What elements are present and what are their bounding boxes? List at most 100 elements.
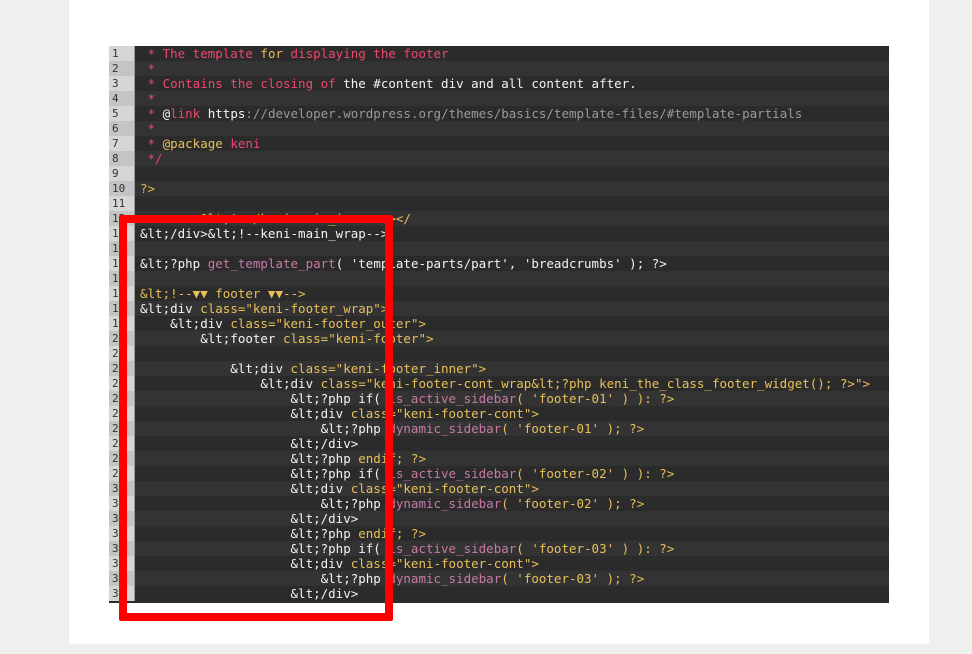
code-token: &lt;?php	[140, 496, 381, 511]
code-line[interactable]: 10 ?>	[109, 181, 889, 196]
line-code: */	[140, 151, 163, 166]
code-line[interactable]: 20 &lt;footer class="keni-footer">	[109, 331, 889, 346]
code-line[interactable]: 19 &lt;div class="keni-footer_outer">	[109, 316, 889, 331]
line-number: 34	[109, 541, 135, 556]
line-number: 10	[109, 181, 135, 196]
code-token: &lt;!--/keni-main_inner--></	[140, 211, 411, 226]
code-line[interactable]: 34 &lt;?php if( is_active_sidebar( 'foot…	[109, 541, 889, 556]
code-token: *	[140, 61, 156, 76]
line-code: * @package keni	[140, 136, 261, 151]
line-number: 33	[109, 526, 135, 541]
line-code: *	[140, 61, 156, 76]
line-number: 17	[109, 286, 135, 301]
code-line[interactable]: 26 &lt;?php dynamic_sidebar( 'footer-01'…	[109, 421, 889, 436]
code-token: endif; ?>	[350, 526, 426, 541]
line-code: *	[140, 91, 156, 106]
line-code: &lt;div class="keni-footer-cont">	[140, 481, 539, 496]
code-token: ( 'footer-02' ); ?>	[501, 496, 645, 511]
line-number: 7	[109, 136, 135, 151]
code-line[interactable]: 23 &lt;div class="keni-footer-cont_wrap&…	[109, 376, 889, 391]
code-token: &lt;div	[140, 376, 314, 391]
line-code: &lt;?php if( is_active_sidebar( 'footer-…	[140, 541, 675, 556]
code-token: #content div and all content after.	[365, 76, 637, 91]
line-code: &lt;div class="keni-footer_inner">	[140, 361, 486, 376]
code-line[interactable]: 32 &lt;/div>	[109, 511, 889, 526]
code-line[interactable]: 37 &lt;/div>	[109, 586, 889, 601]
code-line[interactable]: 11	[109, 196, 889, 211]
code-line[interactable]: 33 &lt;?php endif; ?>	[109, 526, 889, 541]
code-line[interactable]: 1 * The template for displaying the foot…	[109, 46, 889, 61]
line-code: &lt;!--▼▼ footer ▼▼-->	[140, 286, 306, 301]
line-number: 13	[109, 226, 135, 241]
code-line[interactable]: 5 * @link https://developer.wordpress.or…	[109, 106, 889, 121]
code-token: is_active_sidebar	[380, 541, 517, 556]
code-token: dynamic_sidebar	[380, 421, 502, 436]
line-number: 20	[109, 331, 135, 346]
code-token: &lt;?php	[140, 421, 381, 436]
code-token: ( 'footer-03' ); ?>	[501, 571, 645, 586]
code-token: &lt;/div>	[140, 586, 359, 601]
code-token: if(	[350, 541, 381, 556]
code-token: * The template	[140, 46, 261, 61]
code-line[interactable]: 8 */	[109, 151, 889, 166]
code-line[interactable]: 3 * Contains the closing of the #content…	[109, 76, 889, 91]
code-line[interactable]: 14	[109, 241, 889, 256]
code-token: @	[162, 106, 171, 121]
line-number: 11	[109, 196, 135, 211]
code-token: class="keni-footer-cont">	[343, 481, 539, 496]
code-token: dynamic_sidebar	[380, 571, 502, 586]
line-number: 6	[109, 121, 135, 136]
code-token: * Contains the closing of	[140, 76, 344, 91]
code-token: class="keni-footer_wrap">	[192, 301, 389, 316]
code-line[interactable]: 30 &lt;div class="keni-footer-cont">	[109, 481, 889, 496]
code-line[interactable]: 36 &lt;?php dynamic_sidebar( 'footer-03'…	[109, 571, 889, 586]
code-token: ( 'footer-02' ) ): ?>	[516, 466, 675, 481]
code-token: is_active_sidebar	[380, 466, 517, 481]
code-line[interactable]: 17 &lt;!--▼▼ footer ▼▼-->	[109, 286, 889, 301]
code-line[interactable]: 21	[109, 346, 889, 361]
code-line[interactable]: 9	[109, 166, 889, 181]
code-token: for	[260, 46, 283, 61]
line-number: 30	[109, 481, 135, 496]
code-line[interactable]: 16	[109, 271, 889, 286]
line-number: 27	[109, 436, 135, 451]
code-line[interactable]: 6 *	[109, 121, 889, 136]
code-line[interactable]: 22 &lt;div class="keni-footer_inner">	[109, 361, 889, 376]
code-line[interactable]: 7 * @package keni	[109, 136, 889, 151]
line-number: 18	[109, 301, 135, 316]
code-line[interactable]: 13 &lt;/div>&lt;!--keni-main_wrap-->	[109, 226, 889, 241]
line-code: &lt;?php if( is_active_sidebar( 'footer-…	[140, 466, 675, 481]
code-line[interactable]: 29 &lt;?php if( is_active_sidebar( 'foot…	[109, 466, 889, 481]
code-token: &lt;div	[140, 361, 283, 376]
code-token: ://developer.wordpress.org/themes/basics…	[245, 106, 803, 121]
code-token: &lt;div	[140, 406, 344, 421]
code-token: endif; ?>	[350, 451, 426, 466]
code-token: keni	[222, 136, 261, 151]
code-line[interactable]: 15 &lt;?php get_template_part( 'template-…	[109, 256, 889, 271]
line-number: 31	[109, 496, 135, 511]
line-code: &lt;/div>&lt;!--keni-main_wrap-->	[140, 226, 388, 241]
code-token: *	[140, 121, 156, 136]
code-line[interactable]: 18 &lt;div class="keni-footer_wrap">	[109, 301, 889, 316]
code-line[interactable]: 25 &lt;div class="keni-footer-cont">	[109, 406, 889, 421]
code-line[interactable]: 27 &lt;/div>	[109, 436, 889, 451]
code-token: &lt;footer	[140, 331, 276, 346]
line-code: ?>	[140, 181, 155, 196]
code-token: https	[200, 106, 246, 121]
code-line[interactable]: 35 &lt;div class="keni-footer-cont">	[109, 556, 889, 571]
code-token: link	[170, 106, 201, 121]
code-line[interactable]: 2 *	[109, 61, 889, 76]
code-line[interactable]: 31 &lt;?php dynamic_sidebar( 'footer-02'…	[109, 496, 889, 511]
code-line[interactable]: 12 &lt;!--/keni-main_inner--></	[109, 211, 889, 226]
code-token: &lt;?php	[140, 391, 351, 406]
line-number: 9	[109, 166, 135, 181]
code-line[interactable]: 28 &lt;?php endif; ?>	[109, 451, 889, 466]
line-code: &lt;?php get_template_part( 'template-pa…	[140, 256, 667, 271]
code-line[interactable]: 4 *	[109, 91, 889, 106]
line-number: 36	[109, 571, 135, 586]
code-line[interactable]: 24 &lt;?php if( is_active_sidebar( 'foot…	[109, 391, 889, 406]
code-token: class="keni-footer_outer">	[222, 316, 426, 331]
line-number: 25	[109, 406, 135, 421]
code-editor[interactable]: 1 * The template for displaying the foot…	[109, 46, 889, 603]
line-number: 16	[109, 271, 135, 286]
